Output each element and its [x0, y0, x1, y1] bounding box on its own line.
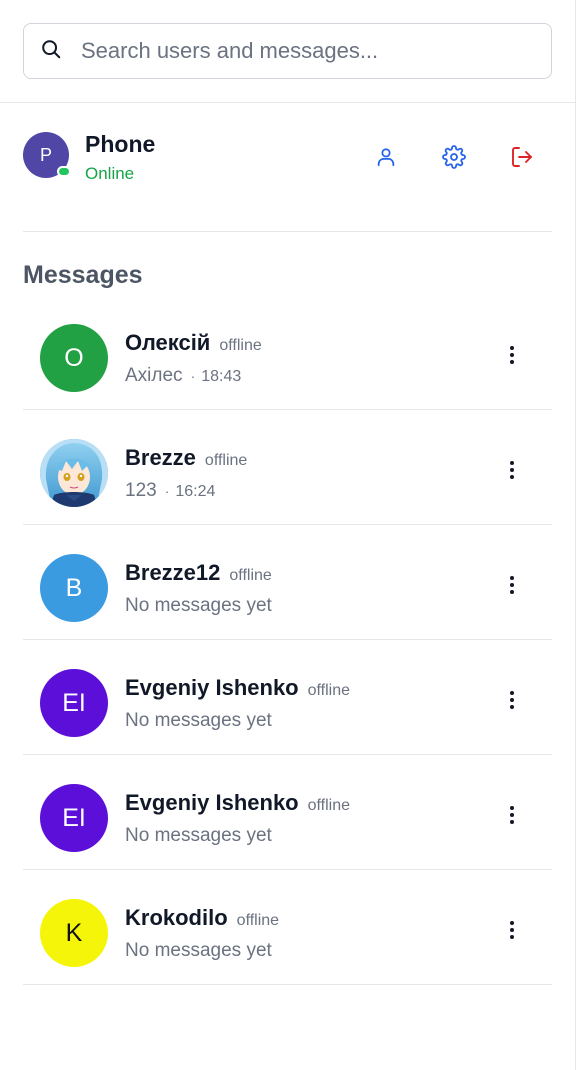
more-options-button[interactable] [502, 688, 522, 716]
avatar-initials: EI [62, 803, 86, 832]
chat-sidebar: P Phone Online [0, 0, 576, 1070]
online-indicator [57, 166, 71, 177]
more-vertical-icon [509, 805, 515, 830]
message-preview: No messages yet [125, 710, 272, 731]
conversation-item[interactable]: EI Evgeniy Ishenko offline No messages ye… [23, 755, 552, 870]
avatar: O [40, 324, 108, 392]
logout-icon [510, 145, 534, 174]
contact-name-line: Олексій offline [125, 330, 262, 356]
profile-actions [370, 143, 538, 175]
conversation-item[interactable]: O Олексій offline Ахілес · 18:43 [23, 310, 552, 410]
logout-button[interactable] [506, 143, 538, 175]
contact-name: Brezze12 [125, 560, 221, 585]
avatar-initial: P [39, 144, 52, 165]
current-user-status: Online [85, 164, 135, 183]
separator-dot: · [190, 368, 196, 384]
gear-icon [442, 144, 466, 174]
settings-button[interactable] [438, 143, 470, 175]
contact-name: Evgeniy Ishenko [125, 675, 299, 700]
more-options-button[interactable] [502, 343, 522, 371]
contact-status: offline [236, 912, 280, 929]
avatar-initials: B [65, 573, 83, 602]
contact-status: offline [229, 567, 272, 584]
avatar-initials: K [65, 918, 83, 947]
more-options-button[interactable] [502, 803, 522, 831]
more-vertical-icon [509, 690, 515, 715]
message-time: 16:24 [175, 483, 216, 500]
more-vertical-icon [509, 920, 515, 945]
avatar [40, 439, 108, 507]
profile-button[interactable] [370, 143, 402, 175]
message-preview-line: No messages yet [125, 710, 272, 732]
current-user-name: Phone [85, 131, 156, 157]
avatar: EI [40, 669, 108, 737]
more-options-button[interactable] [502, 458, 522, 486]
more-options-button[interactable] [502, 573, 522, 601]
conversation-item[interactable]: EI Evgeniy Ishenko offline No messages ye… [23, 640, 552, 755]
contact-name: Evgeniy Ishenko [125, 790, 299, 815]
current-user-panel: P Phone Online [23, 103, 552, 232]
message-preview-line: 123 · 16:24 [125, 480, 215, 502]
message-preview-line: No messages yet [125, 825, 272, 847]
avatar: B [40, 554, 108, 622]
contact-name-line: Evgeniy Ishenko offline [125, 675, 350, 701]
conversation-item[interactable]: K Krokodilo offline No messages yet [23, 870, 552, 985]
message-time: 18:43 [201, 368, 242, 385]
contact-name-line: Brezze offline [125, 445, 247, 471]
more-options-button[interactable] [502, 918, 522, 946]
avatar-image [40, 439, 108, 507]
message-preview: 123 [125, 480, 157, 501]
message-preview-line: No messages yet [125, 940, 272, 962]
conversation-item[interactable]: B Brezze12 offline No messages yet [23, 525, 552, 640]
message-preview: No messages yet [125, 595, 272, 616]
contact-name-line: Brezze12 offline [125, 560, 272, 586]
message-preview-line: Ахілес · 18:43 [125, 365, 241, 387]
contact-name-line: Krokodilo offline [125, 905, 279, 931]
avatar-initials: EI [62, 688, 86, 717]
search-input[interactable] [79, 37, 519, 65]
message-preview-line: No messages yet [125, 595, 272, 617]
separator-dot: · [164, 483, 170, 499]
conversation-list: O Олексій offline Ахілес · 18:43 Brezze … [23, 310, 552, 985]
search-section [0, 0, 575, 103]
contact-status: offline [307, 682, 351, 699]
contact-status: offline [219, 337, 262, 354]
section-title: Messages [23, 261, 143, 289]
message-preview: Ахілес [125, 365, 183, 386]
contact-name-line: Evgeniy Ishenko offline [125, 790, 350, 816]
avatar: EI [40, 784, 108, 852]
user-icon [375, 146, 397, 173]
avatar-initials: O [64, 343, 84, 372]
more-vertical-icon [509, 575, 515, 600]
avatar[interactable]: P [23, 132, 71, 178]
more-vertical-icon [509, 345, 515, 370]
contact-name: Krokodilo [125, 905, 228, 930]
contact-name: Brezze [125, 445, 196, 470]
contact-status: offline [307, 797, 351, 814]
avatar: K [40, 899, 108, 967]
more-vertical-icon [509, 460, 515, 485]
search-icon [40, 38, 62, 65]
message-preview: No messages yet [125, 940, 272, 961]
contact-name: Олексій [125, 330, 211, 355]
message-preview: No messages yet [125, 825, 272, 846]
search-box[interactable] [23, 23, 552, 79]
conversation-item[interactable]: Brezze offline 123 · 16:24 [23, 410, 552, 525]
contact-status: offline [204, 452, 248, 469]
